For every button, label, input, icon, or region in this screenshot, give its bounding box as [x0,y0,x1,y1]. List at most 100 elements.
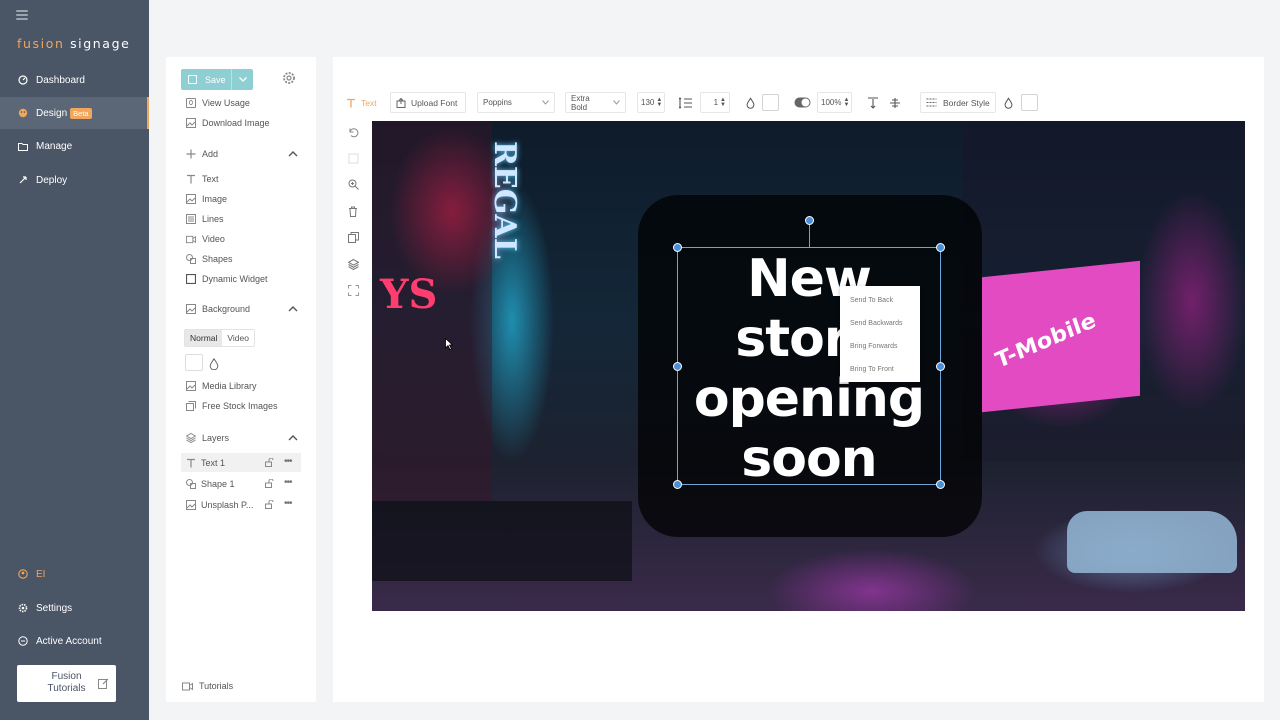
add-image-item[interactable]: Image [186,194,227,204]
line-spacing-stepper[interactable]: 1 ▲ ▼ [700,92,730,113]
widget-icon [186,274,196,284]
resize-handle-bottom-right[interactable] [936,480,945,489]
bg-mode-normal[interactable]: Normal [185,330,223,346]
menu-item-send-to-back[interactable]: Send To Back [840,289,920,312]
vertical-align-icon[interactable] [867,92,879,113]
bg-mode-video[interactable]: Video [222,330,254,346]
font-weight-select[interactable]: Extra Bold [565,92,626,113]
border-color-swatch[interactable] [1021,94,1038,111]
unlock-icon[interactable] [265,457,274,467]
nav-item-deploy[interactable]: Deploy [0,164,149,196]
stepper-arrows-icon[interactable]: ▲ ▼ [720,97,726,108]
user-icon [18,569,28,579]
undo-icon[interactable] [343,122,363,142]
nav-item-user[interactable]: EI [0,558,149,590]
hamburger-menu-icon[interactable] [16,10,28,20]
redo-icon[interactable] [343,148,363,168]
text-color-swatch[interactable] [762,94,779,111]
menu-item-send-backwards[interactable]: Send Backwards [840,312,920,335]
stepper-arrows-icon[interactable]: ▲ ▼ [656,97,662,108]
resize-handle-middle-left[interactable] [673,362,682,371]
nav-item-manage[interactable]: Manage [0,130,149,162]
image-icon [186,194,196,204]
font-size-stepper[interactable]: 130 ▲ ▼ [637,92,665,113]
save-dropdown-chevron-icon[interactable] [231,69,253,90]
chevron-up-icon[interactable] [288,433,298,443]
font-family-select[interactable]: Poppins [477,92,555,113]
more-options-icon[interactable]: ••• [284,477,292,488]
delete-icon[interactable] [343,201,363,221]
opacity-toggle-icon[interactable] [794,92,811,113]
nav-item-dashboard[interactable]: Dashboard [0,64,149,96]
usage-count-icon: 0 [186,98,196,108]
layers-icon[interactable] [343,254,363,274]
add-dynamic-widget-item[interactable]: Dynamic Widget [186,274,268,284]
add-section-header[interactable]: Add [186,149,298,159]
text-tool-button[interactable]: Text [346,92,377,113]
view-usage-link[interactable]: 0 View Usage [186,98,250,108]
fusion-tutorials-card[interactable]: Fusion Tutorials [17,665,116,702]
rotation-line [809,224,810,248]
text-color-drop-icon[interactable] [746,92,755,113]
resize-handle-middle-right[interactable] [936,362,945,371]
free-stock-images-link[interactable]: Free Stock Images [186,401,278,411]
unlock-icon[interactable] [265,478,274,488]
layer-item-shape-1[interactable]: Shape 1 ••• [181,474,301,493]
chevron-down-icon [542,100,549,105]
border-color-drop-icon[interactable] [1004,92,1013,113]
dashboard-icon [18,75,28,85]
stepper-arrows-icon[interactable]: ▲ ▼ [843,97,849,108]
background-photo-car [1067,511,1237,573]
opacity-stepper[interactable]: 100% ▲ ▼ [817,92,852,113]
add-lines-item[interactable]: Lines [186,214,224,224]
add-text-item[interactable]: Text [186,174,219,184]
resize-handle-bottom-left[interactable] [673,480,682,489]
border-style-button[interactable]: Border Style [920,92,996,113]
lines-icon [186,214,196,224]
layers-section-header[interactable]: Layers [186,433,298,443]
background-section-header[interactable]: Background [186,304,298,314]
layer-item-text-1[interactable]: Text 1 ••• [181,453,301,472]
chevron-up-icon[interactable] [288,149,298,159]
unlock-icon[interactable] [265,499,274,509]
resize-handle-top-left[interactable] [673,243,682,252]
zoom-in-icon[interactable] [343,174,363,194]
duplicate-icon[interactable] [343,227,363,247]
media-library-link[interactable]: Media Library [186,381,257,391]
video-icon [186,234,196,244]
menu-item-bring-to-front[interactable]: Bring To Front [840,358,920,381]
resize-handle-top-right[interactable] [936,243,945,252]
upload-font-button[interactable]: Upload Font [390,92,466,113]
rotate-handle[interactable] [805,216,814,225]
background-color-swatch[interactable] [185,354,203,371]
fit-to-screen-icon[interactable] [343,280,363,300]
save-button[interactable]: Save [181,69,253,90]
image-icon [186,118,196,128]
design-canvas[interactable]: YS REGAL T-Mobile New store opening soon… [372,121,1245,611]
image-icon [186,304,196,314]
nav-item-design[interactable]: Design Beta [0,97,149,129]
layer-item-unsplash-photo[interactable]: Unsplash P... ••• [181,495,301,514]
edit-icon [98,678,109,689]
tutorials-link[interactable]: Tutorials [182,681,233,691]
chevron-up-icon[interactable] [288,304,298,314]
horizontal-align-icon[interactable] [889,92,901,113]
line-height-icon[interactable] [679,92,693,113]
panel-settings-gear-icon[interactable] [282,71,296,85]
more-options-icon[interactable]: ••• [284,498,292,509]
more-options-icon[interactable]: ••• [284,456,292,467]
rocket-icon [18,175,28,185]
neon-sign: YS [380,271,438,318]
nav-item-settings[interactable]: Settings [0,592,149,624]
color-drop-icon[interactable] [209,357,219,371]
text-icon [186,458,196,468]
add-shapes-item[interactable]: Shapes [186,254,233,264]
app-logo: fusion signage [17,36,131,51]
neon-sign: REGAL [487,141,522,259]
download-image-link[interactable]: Download Image [186,118,270,128]
add-video-item[interactable]: Video [186,234,225,244]
design-side-panel: Save 0 View Usage Download Image Add Tex… [166,57,316,702]
nav-item-active-account[interactable]: Active Account [0,625,149,657]
text-icon [186,174,196,184]
menu-item-bring-forwards[interactable]: Bring Forwards [840,335,920,358]
